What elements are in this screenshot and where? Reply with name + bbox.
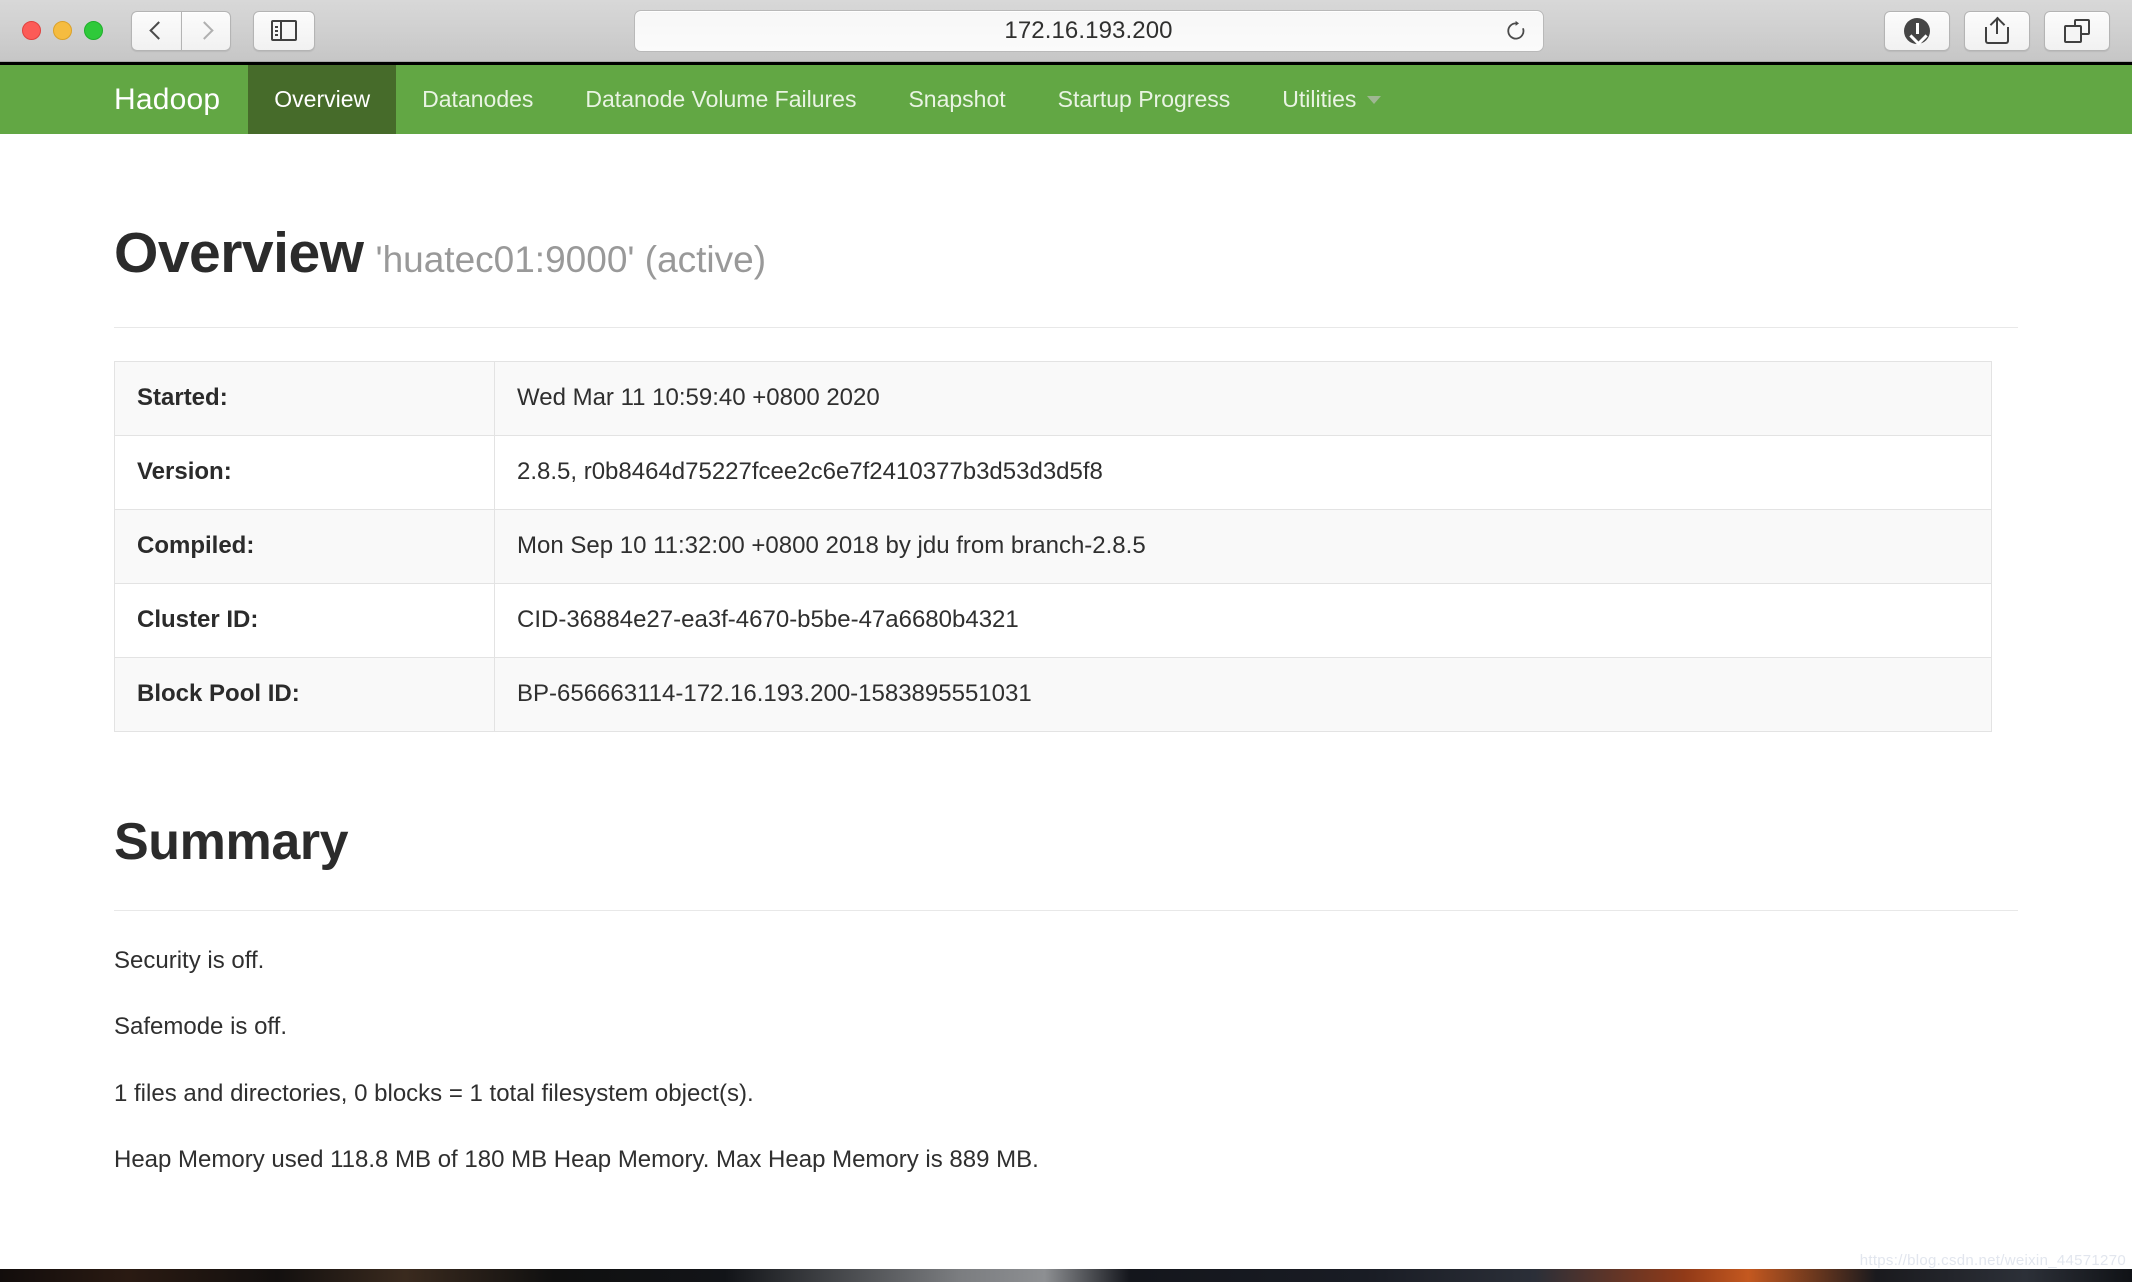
browser-toolbar: 172.16.193.200 [0, 0, 2132, 62]
table-cell-key: Cluster ID: [114, 582, 495, 658]
nav-item-datanode-volume-failures[interactable]: Datanode Volume Failures [559, 65, 882, 134]
table-cell-key: Block Pool ID: [114, 656, 495, 732]
table-cell-value: BP-656663114-172.16.193.200-158389555103… [494, 656, 1992, 732]
summary-line-security: Security is off. [114, 946, 265, 974]
chevron-down-icon [1367, 95, 1382, 104]
window-traffic-lights [22, 21, 103, 40]
nav-item-label: Datanodes [422, 86, 534, 112]
table-cell-value: 2.8.5, r0b8464d75227fcee2c6e7f2410377b3d… [494, 434, 1992, 510]
table-row: Cluster ID: CID-36884e27-ea3f-4670-b5be-… [114, 582, 1992, 658]
close-window-button[interactable] [22, 21, 41, 40]
cluster-info-table: Started: Wed Mar 11 10:59:40 +0800 2020 … [114, 360, 1992, 732]
page-title-host: 'huatec01:9000' (active) [375, 239, 767, 280]
table-row: Block Pool ID: BP-656663114-172.16.193.2… [114, 656, 1992, 732]
browser-right-tools [1884, 10, 2110, 51]
minimize-window-button[interactable] [53, 21, 72, 40]
table-cell-value: Wed Mar 11 10:59:40 +0800 2020 [494, 360, 1992, 436]
brand-hadoop[interactable]: Hadoop [114, 65, 248, 134]
sidebar-icon [271, 20, 297, 41]
show-sidebar-button[interactable] [253, 10, 315, 51]
table-cell-value: CID-36884e27-ea3f-4670-b5be-47a6680b4321 [494, 582, 1992, 658]
address-bar[interactable]: 172.16.193.200 [633, 9, 1544, 52]
share-button[interactable] [1964, 10, 2030, 51]
page-title: Overview 'huatec01:9000' (active) [114, 134, 2018, 285]
nav-item-label: Overview [274, 86, 371, 112]
page-title-text: Overview [114, 221, 364, 285]
watermark: https://blog.csdn.net/weixin_44571270 [1859, 1252, 2126, 1269]
nav-item-label: Startup Progress [1057, 86, 1231, 112]
nav-item-label: Snapshot [908, 86, 1006, 112]
address-bar-container: 172.16.193.200 [315, 9, 1862, 52]
summary-line-filesystem-objects: 1 files and directories, 0 blocks = 1 to… [114, 1079, 754, 1107]
maximize-window-button[interactable] [84, 21, 103, 40]
tab-overview-button[interactable] [2044, 10, 2110, 51]
nav-item-startup-progress[interactable]: Startup Progress [1032, 65, 1257, 134]
back-button[interactable] [131, 10, 181, 51]
table-cell-value: Mon Sep 10 11:32:00 +0800 2018 by jdu fr… [494, 508, 1992, 584]
table-cell-key: Compiled: [114, 508, 495, 584]
chevron-right-icon [194, 21, 214, 40]
url-text: 172.16.193.200 [1004, 16, 1173, 44]
nav-item-label: Datanode Volume Failures [585, 86, 857, 112]
summary-line-safemode: Safemode is off. [114, 1013, 287, 1041]
table-row: Version: 2.8.5, r0b8464d75227fcee2c6e7f2… [114, 434, 1992, 510]
table-row: Compiled: Mon Sep 10 11:32:00 +0800 2018… [114, 508, 1992, 584]
navigation-buttons [131, 10, 231, 51]
forward-button[interactable] [181, 10, 231, 51]
desktop-dock-sliver [0, 1269, 2132, 1282]
summary-heading: Summary [114, 812, 349, 871]
title-divider [114, 326, 2018, 328]
tabs-icon [2064, 18, 2090, 43]
downloads-button[interactable] [1884, 10, 1950, 51]
nav-item-label: Utilities [1282, 86, 1357, 112]
reload-icon[interactable] [1505, 20, 1527, 42]
chevron-left-icon [149, 21, 168, 40]
download-icon [1904, 17, 1930, 44]
page-content: Overview 'huatec01:9000' (active) Started… [0, 134, 2132, 1279]
hadoop-navbar: Hadoop Overview Datanodes Datanode Volum… [0, 62, 2132, 134]
nav-item-utilities[interactable]: Utilities [1256, 65, 1407, 134]
table-cell-key: Version: [114, 434, 495, 510]
nav-item-snapshot[interactable]: Snapshot [882, 65, 1031, 134]
summary-line-heap-memory: Heap Memory used 118.8 MB of 180 MB Heap… [114, 1146, 1039, 1174]
table-cell-key: Started: [114, 360, 495, 436]
nav-item-datanodes[interactable]: Datanodes [396, 65, 559, 134]
share-icon [1985, 16, 2009, 44]
nav-item-overview[interactable]: Overview [248, 65, 397, 134]
summary-divider [114, 909, 2018, 911]
table-row: Started: Wed Mar 11 10:59:40 +0800 2020 [114, 360, 1992, 436]
